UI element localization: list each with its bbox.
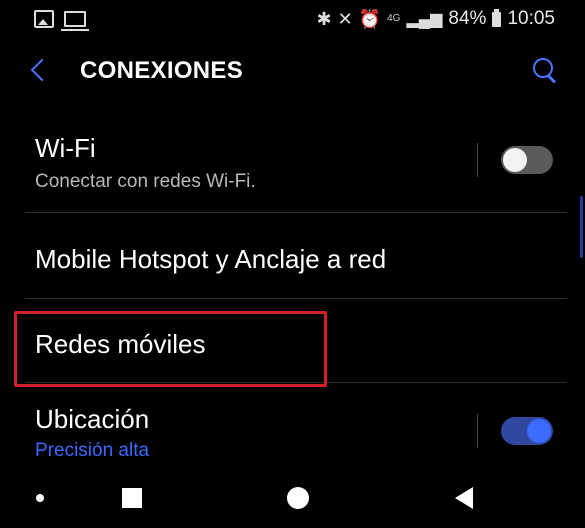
- clock: 10:05: [507, 8, 555, 29]
- wifi-subtitle: Conectar con redes Wi-Fi.: [35, 171, 256, 192]
- divider-vertical: [477, 143, 478, 177]
- wifi-toggle[interactable]: [501, 146, 553, 174]
- scroll-indicator: [580, 196, 583, 258]
- status-bar: ✱ ✕ ⏰ 4G ▂▄▆ 84% 10:05: [0, 0, 585, 40]
- settings-item-location[interactable]: Ubicación Precisión alta: [0, 382, 585, 472]
- highlight-box: [14, 311, 327, 387]
- image-icon: [34, 10, 54, 28]
- bluetooth-icon: ✱: [316, 8, 332, 29]
- wifi-label: Wi-Fi: [35, 133, 96, 163]
- divider-vertical: [477, 414, 478, 448]
- settings-item-wifi[interactable]: Wi-Fi Conectar con redes Wi-Fi.: [0, 105, 585, 213]
- network-type: 4G: [387, 13, 401, 24]
- laptop-icon: [61, 11, 89, 31]
- settings-item-hotspot[interactable]: Mobile Hotspot y Anclaje a red: [0, 212, 585, 299]
- navigation-bar: [0, 470, 585, 528]
- battery-percent: 84%: [448, 8, 487, 29]
- battery-icon: [492, 8, 502, 27]
- settings-list: Wi-Fi Conectar con redes Wi-Fi. Mobile H…: [0, 105, 585, 472]
- location-subtitle: Precisión alta: [35, 440, 150, 461]
- location-toggle[interactable]: [501, 417, 553, 445]
- location-label: Ubicación: [35, 404, 150, 434]
- search-icon[interactable]: [531, 56, 559, 86]
- app-header: CONEXIONES: [0, 40, 585, 105]
- page-title: CONEXIONES: [80, 57, 244, 84]
- hotspot-label: Mobile Hotspot y Anclaje a red: [35, 244, 387, 274]
- mute-icon: ✕: [337, 8, 353, 29]
- nav-dot-icon[interactable]: [36, 494, 44, 502]
- recent-apps-button[interactable]: [122, 488, 142, 508]
- home-button[interactable]: [287, 487, 309, 509]
- alarm-icon: ⏰: [358, 8, 382, 29]
- back-button[interactable]: [455, 487, 473, 509]
- back-arrow-icon[interactable]: [30, 56, 50, 84]
- signal-icon: ▂▄▆: [406, 11, 443, 28]
